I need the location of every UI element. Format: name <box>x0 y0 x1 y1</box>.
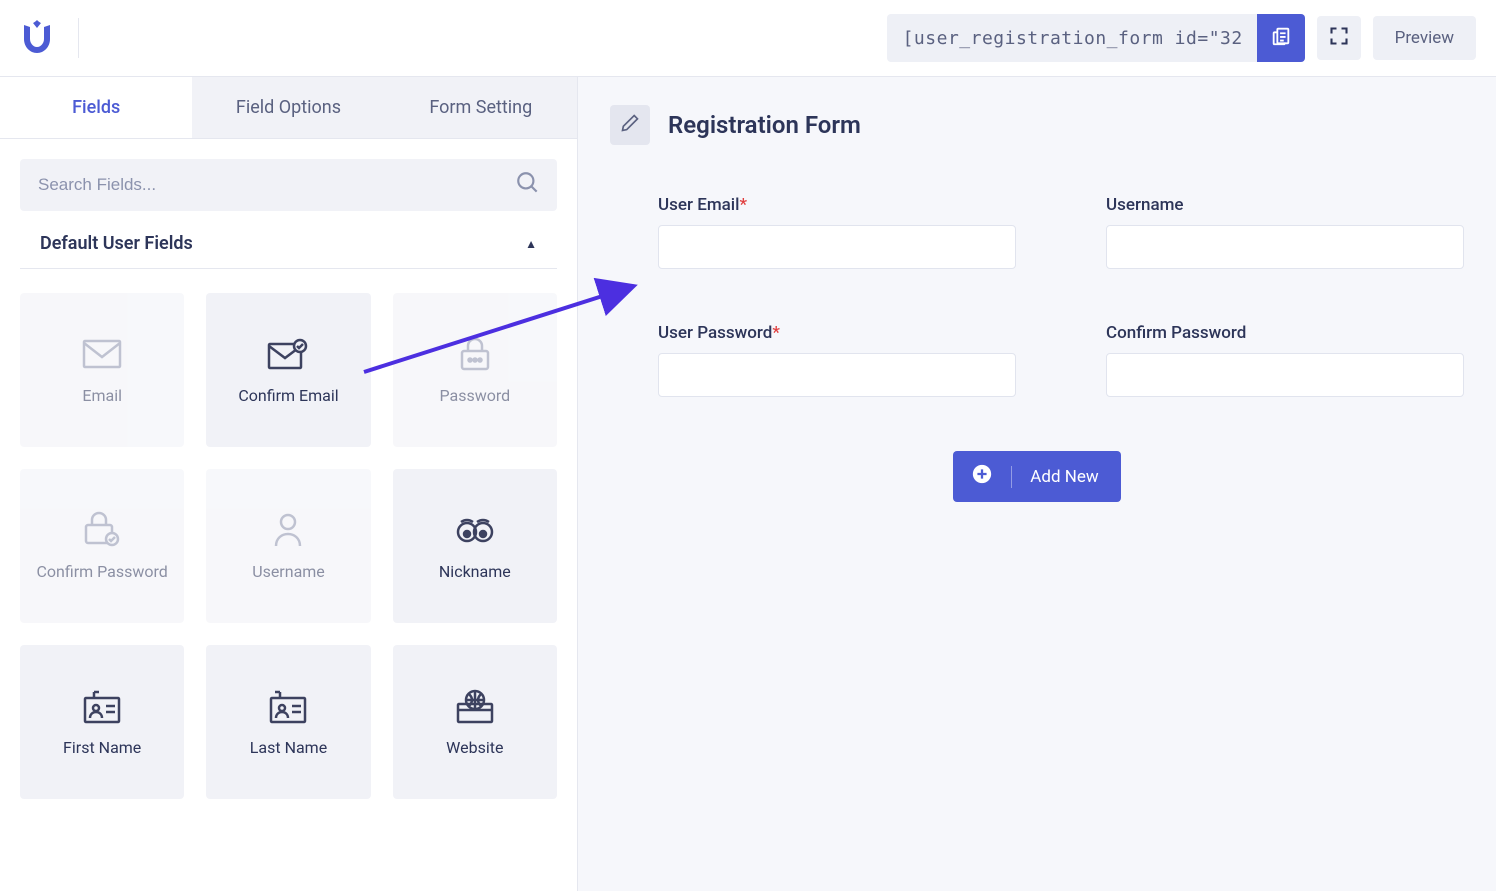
add-new-label: Add New <box>1030 467 1098 487</box>
id-card-icon <box>82 688 122 724</box>
field-label: Password <box>439 386 510 405</box>
form-field-confirm-password[interactable]: Confirm Password <box>1106 323 1464 397</box>
field-card-username[interactable]: Username <box>206 469 370 623</box>
field-label: Website <box>446 738 503 757</box>
logo-icon <box>20 17 54 59</box>
fields-grid: Email Confirm Email <box>0 293 577 819</box>
search-icon <box>515 170 541 200</box>
preview-button[interactable]: Preview <box>1373 16 1476 60</box>
field-card-confirm-email[interactable]: Confirm Email <box>206 293 370 447</box>
globe-card-icon <box>455 688 495 724</box>
field-label: User Password* <box>658 323 1016 343</box>
field-label: Last Name <box>250 738 327 757</box>
tab-form-setting[interactable]: Form Setting <box>385 77 577 138</box>
sidebar: Fields Field Options Form Setting Defaul… <box>0 77 578 891</box>
edit-title-button[interactable] <box>610 105 650 145</box>
shortcode-box <box>887 14 1305 62</box>
lock-check-icon <box>82 512 122 548</box>
chevron-up-icon: ▲ <box>525 237 537 251</box>
field-card-first-name[interactable]: First Name <box>20 645 184 799</box>
section-header[interactable]: Default User Fields ▲ <box>20 227 557 269</box>
envelope-icon <box>82 336 122 372</box>
field-card-password[interactable]: Password <box>393 293 557 447</box>
copy-button[interactable] <box>1257 14 1305 62</box>
add-new-button[interactable]: Add New <box>953 451 1120 502</box>
envelope-check-icon <box>267 336 309 372</box>
field-label: User Email* <box>658 195 1016 215</box>
form-field-user-email[interactable]: User Email* <box>658 195 1016 269</box>
field-card-email[interactable]: Email <box>20 293 184 447</box>
form-field-user-password[interactable]: User Password* <box>658 323 1016 397</box>
fullscreen-button[interactable] <box>1317 16 1361 60</box>
user-password-input[interactable] <box>658 353 1016 397</box>
shortcode-input[interactable] <box>887 16 1257 61</box>
field-label: Nickname <box>439 562 511 581</box>
field-label: Confirm Email <box>238 386 338 405</box>
lock-dots-icon <box>458 336 492 372</box>
tabs: Fields Field Options Form Setting <box>0 77 577 139</box>
confirm-password-input[interactable] <box>1106 353 1464 397</box>
field-label: Username <box>1106 195 1464 215</box>
search-input[interactable] <box>20 159 557 211</box>
form-canvas: Registration Form User Email* Username U… <box>578 77 1496 891</box>
field-label: Username <box>252 562 325 581</box>
clipboard-icon <box>1270 25 1292 51</box>
id-card-icon <box>268 688 308 724</box>
fullscreen-icon <box>1329 26 1349 50</box>
eyes-icon <box>455 512 495 548</box>
field-label: Email <box>82 386 122 405</box>
form-title: Registration Form <box>668 111 861 139</box>
section-title: Default User Fields <box>40 233 193 254</box>
pencil-icon <box>620 113 640 137</box>
field-card-nickname[interactable]: Nickname <box>393 469 557 623</box>
form-field-username[interactable]: Username <box>1106 195 1464 269</box>
topbar: Preview <box>0 0 1496 77</box>
field-card-confirm-password[interactable]: Confirm Password <box>20 469 184 623</box>
tab-fields[interactable]: Fields <box>0 77 192 138</box>
tab-field-options[interactable]: Field Options <box>192 77 384 138</box>
field-card-last-name[interactable]: Last Name <box>206 645 370 799</box>
field-label: First Name <box>63 738 141 757</box>
field-label: Confirm Password <box>36 562 167 581</box>
field-card-website[interactable]: Website <box>393 645 557 799</box>
user-email-input[interactable] <box>658 225 1016 269</box>
plus-circle-icon <box>971 463 993 490</box>
username-input[interactable] <box>1106 225 1464 269</box>
field-label: Confirm Password <box>1106 323 1464 343</box>
user-icon <box>272 512 304 548</box>
